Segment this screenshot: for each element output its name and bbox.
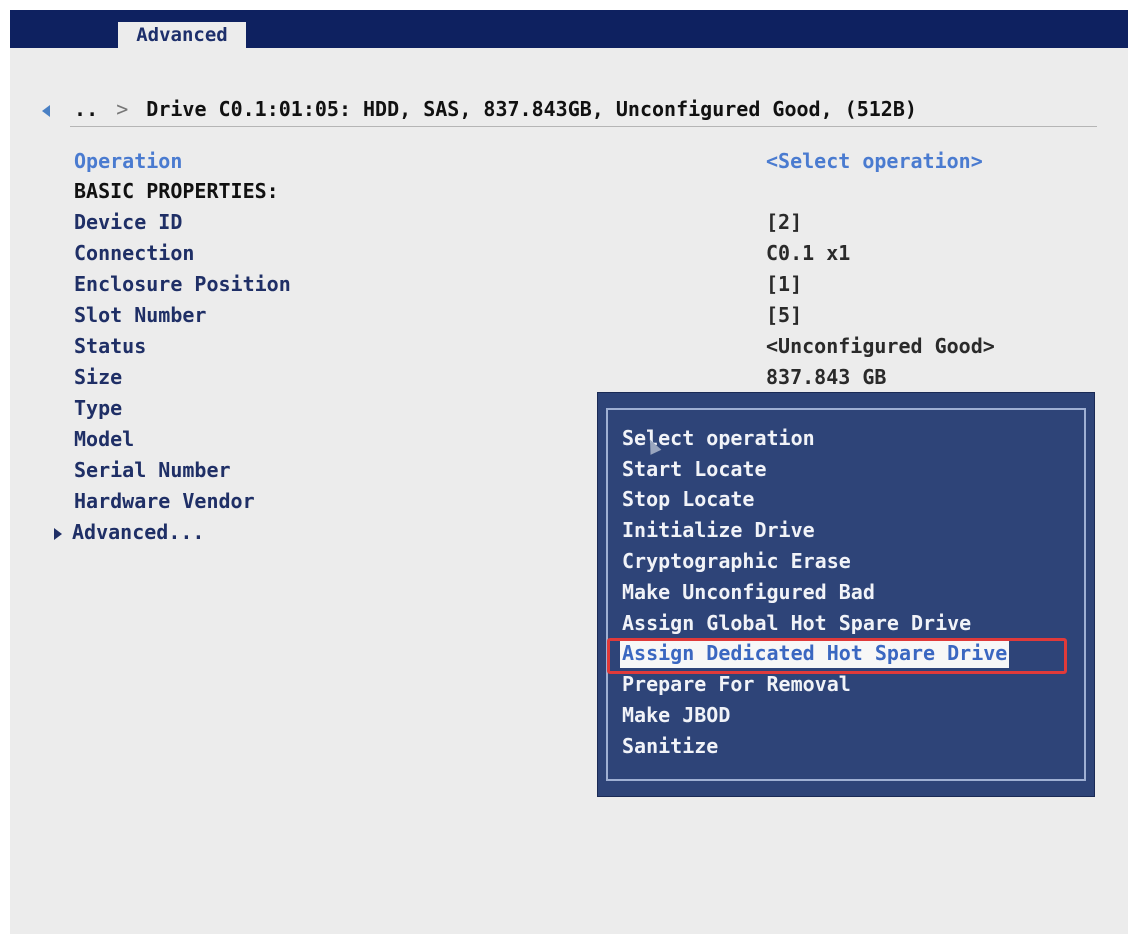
bios-screen: Advanced .. > Drive C0.1:01:05: HDD, SAS…	[10, 10, 1128, 934]
type-label: Type	[74, 396, 123, 420]
breadcrumb-separator: >	[116, 97, 129, 121]
menu-item-cryptographic-erase[interactable]: Cryptographic Erase	[622, 546, 851, 576]
operation-label[interactable]: Operation	[74, 146, 182, 176]
device-id-label: Device ID	[74, 210, 183, 234]
red-highlight-box	[607, 638, 1067, 674]
advanced-link[interactable]: Advanced...	[54, 517, 205, 547]
menu-item-make-unconfigured-bad[interactable]: Make Unconfigured Bad	[622, 577, 875, 607]
menu-item-assign-global-hot-spare[interactable]: Assign Global Hot Spare Drive	[622, 608, 971, 638]
menu-item-stop-locate[interactable]: Stop Locate	[622, 484, 754, 514]
size-label: Size	[74, 365, 123, 389]
breadcrumb: .. > Drive C0.1:01:05: HDD, SAS, 837.843…	[42, 94, 1102, 124]
connection-value: C0.1 x1	[766, 241, 851, 265]
slot-number-label: Slot Number	[74, 303, 207, 327]
top-bar: Advanced	[10, 10, 1128, 48]
triangle-right-icon	[54, 527, 62, 540]
slot-number-value: [5]	[766, 303, 803, 327]
serial-number-label: Serial Number	[74, 458, 231, 482]
menu-item-sanitize[interactable]: Sanitize	[622, 731, 718, 761]
page-title: Drive C0.1:01:05: HDD, SAS, 837.843GB, U…	[146, 97, 917, 121]
hardware-vendor-label: Hardware Vendor	[74, 489, 255, 513]
menu-item-make-jbod[interactable]: Make JBOD	[622, 700, 730, 730]
status-label: Status	[74, 334, 147, 358]
divider	[70, 126, 1097, 127]
tab-advanced[interactable]: Advanced	[118, 22, 246, 48]
connection-label: Connection	[74, 241, 195, 265]
enclosure-position-value: [1]	[766, 272, 803, 296]
size-value: 837.843 GB	[766, 365, 887, 389]
basic-properties-header: BASIC PROPERTIES:	[74, 179, 279, 203]
breadcrumb-parent[interactable]: ..	[74, 97, 98, 121]
device-id-value: [2]	[766, 210, 803, 234]
advanced-link-label: Advanced...	[72, 520, 205, 544]
status-value: <Unconfigured Good>	[766, 334, 995, 358]
operation-menu: Select operation Start Locate Stop Locat…	[598, 393, 1094, 796]
model-label: Model	[74, 427, 135, 451]
back-arrow-icon[interactable]	[42, 104, 50, 117]
menu-item-initialize-drive[interactable]: Initialize Drive	[622, 515, 815, 545]
enclosure-position-label: Enclosure Position	[74, 272, 291, 296]
menu-item-start-locate[interactable]: Start Locate	[622, 454, 767, 484]
operation-select[interactable]: <Select operation>	[766, 146, 983, 176]
